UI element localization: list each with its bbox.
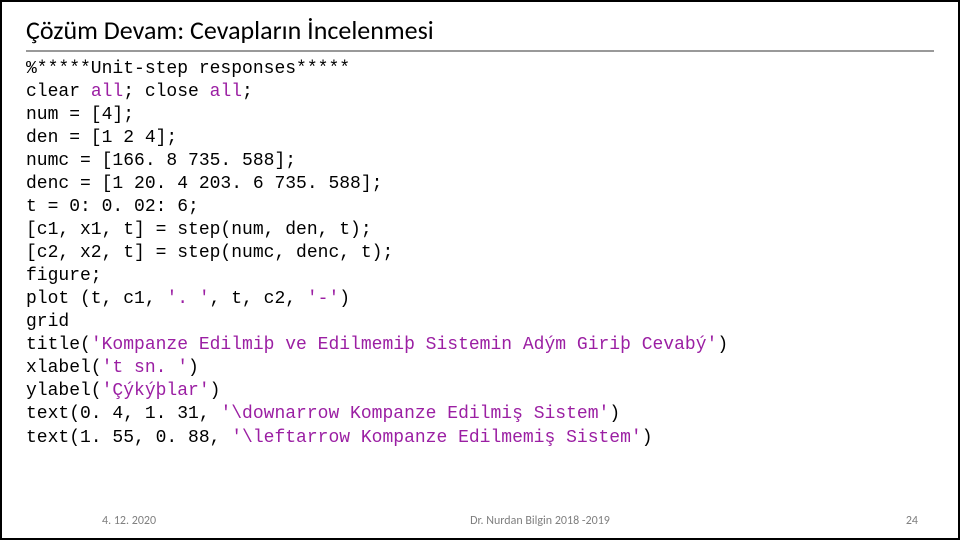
slide-footer: 4. 12. 2020 Dr. Nurdan Bilgin 2018 -2019… <box>2 514 958 528</box>
code-text: ylabel( <box>26 381 102 401</box>
slide-title: Çözüm Devam: Cevapların İncelenmesi <box>26 14 934 52</box>
code-line: figure; <box>26 266 102 286</box>
code-text: plot (t, c1, <box>26 289 166 309</box>
code-text: text(0. 4, 1. 31, <box>26 404 220 424</box>
code-string: 'Çýkýþlar' <box>102 381 210 401</box>
footer-date: 4. 12. 2020 <box>102 514 222 528</box>
code-line: [c2, x2, t] = step(numc, denc, t); <box>26 243 393 263</box>
code-line: denc = [1 20. 4 203. 6 735. 588]; <box>26 174 382 194</box>
footer-author: Dr. Nurdan Bilgin 2018 -2019 <box>222 514 858 528</box>
code-text: ) <box>210 381 221 401</box>
code-string: '\downarrow Kompanze Edilmiş Sistem' <box>220 404 609 424</box>
code-string: 'Kompanze Edilmiþ ve Edilmemiþ Sistemin … <box>91 335 718 355</box>
code-text: ) <box>339 289 350 309</box>
code-string: '. ' <box>166 289 209 309</box>
code-string: '-' <box>307 289 339 309</box>
code-text: ; close <box>123 82 209 102</box>
code-text: ) <box>717 335 728 355</box>
code-text: ) <box>188 358 199 378</box>
code-line: num = [4]; <box>26 105 134 125</box>
code-line: t = 0: 0. 02: 6; <box>26 197 199 217</box>
code-line: numc = [166. 8 735. 588]; <box>26 151 296 171</box>
code-text: ) <box>642 428 653 448</box>
code-text: ) <box>609 404 620 424</box>
slide-frame: Çözüm Devam: Cevapların İncelenmesi %***… <box>0 0 960 540</box>
code-line: den = [1 2 4]; <box>26 128 177 148</box>
footer-page: 24 <box>858 514 918 528</box>
code-line: grid <box>26 312 69 332</box>
code-text: ; <box>242 82 253 102</box>
code-keyword: all <box>91 82 123 102</box>
code-string: '\leftarrow Kompanze Edilmemiş Sistem' <box>231 428 641 448</box>
code-text: , t, c2, <box>210 289 307 309</box>
code-line: clear <box>26 82 91 102</box>
code-line: [c1, x1, t] = step(num, den, t); <box>26 220 372 240</box>
code-string: 't sn. ' <box>102 358 188 378</box>
code-keyword: all <box>210 82 242 102</box>
code-line: %*****Unit-step responses***** <box>26 59 350 79</box>
code-text: text(1. 55, 0. 88, <box>26 428 231 448</box>
code-block: %*****Unit-step responses***** clear all… <box>26 58 934 450</box>
code-text: title( <box>26 335 91 355</box>
code-text: xlabel( <box>26 358 102 378</box>
